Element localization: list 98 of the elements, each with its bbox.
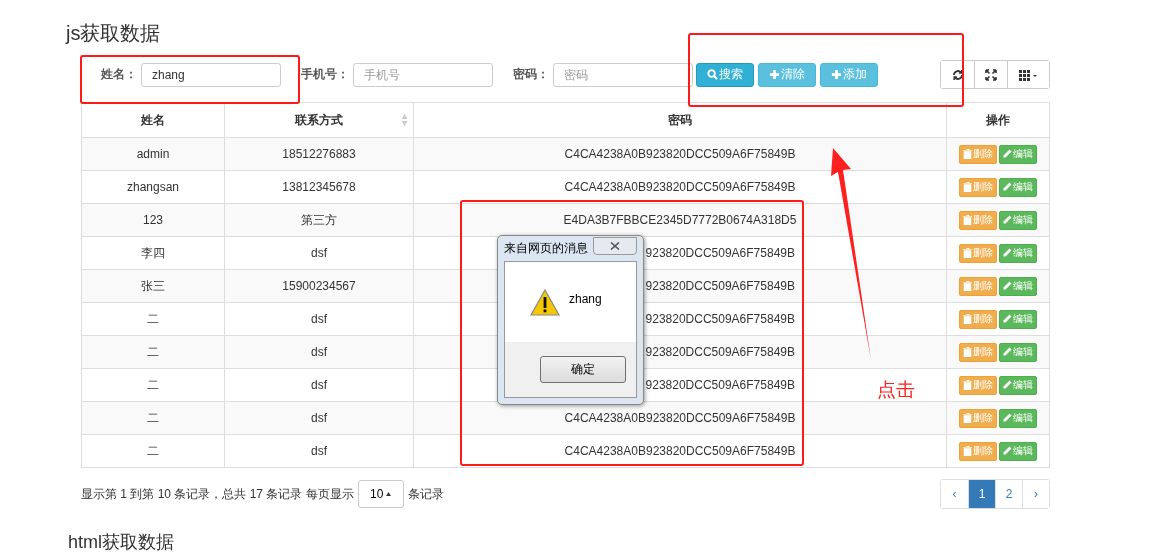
trash-icon (963, 248, 972, 258)
trash-icon (963, 149, 972, 159)
delete-button[interactable]: 删除 (959, 243, 997, 263)
toolbar-button[interactable]: 清除 (758, 62, 816, 87)
table-cell: 张三 (81, 269, 225, 303)
pencil-icon (1003, 248, 1012, 258)
page-title: js获取数据 (66, 21, 161, 46)
page-button[interactable]: › (1022, 480, 1049, 508)
pencil-icon (1003, 380, 1012, 390)
caret-icon (386, 492, 392, 496)
edit-button[interactable]: 编辑 (999, 177, 1037, 197)
table-cell: 123 (81, 203, 225, 237)
edit-button[interactable]: 编辑 (999, 243, 1037, 263)
table-cell: 15900234567 (224, 269, 414, 303)
field-label: 手机号： (301, 66, 349, 83)
table-cell: E4DA3B7FBBCE2345D7772B0674A318D5 (413, 203, 947, 237)
pagination-info: 显示第 1 到第 10 条记录，总共 17 条记录 每页显示 (81, 485, 354, 503)
trash-icon (963, 215, 972, 225)
delete-button[interactable]: 删除 (959, 177, 997, 197)
table-cell: 二 (81, 401, 225, 435)
delete-button[interactable]: 删除 (959, 342, 997, 362)
delete-button[interactable]: 删除 (959, 276, 997, 296)
expand-icon (985, 68, 997, 81)
delete-button[interactable]: 删除 (959, 210, 997, 230)
input-field[interactable]: 手机号 (353, 62, 493, 87)
trash-icon (963, 314, 972, 324)
delete-button[interactable]: 删除 (959, 441, 997, 461)
columns-button[interactable] (1007, 61, 1049, 88)
plus-icon (831, 69, 842, 80)
pencil-icon (1003, 314, 1012, 324)
trash-icon (963, 281, 972, 291)
pencil-icon (1003, 182, 1012, 192)
field-label: 密码： (513, 66, 549, 83)
edit-button[interactable]: 编辑 (999, 210, 1037, 230)
trash-icon (963, 413, 972, 423)
warning-icon (530, 288, 560, 316)
table-cell: admin (81, 137, 225, 171)
trash-icon (963, 446, 972, 456)
column-header[interactable]: 操作 (946, 102, 1050, 138)
table-cell: dsf (224, 335, 414, 369)
pencil-icon (1003, 281, 1012, 291)
table-cell: 二 (81, 335, 225, 369)
delete-button[interactable]: 删除 (959, 309, 997, 329)
annotation-text: 点击 (877, 378, 915, 402)
edit-button[interactable]: 编辑 (999, 276, 1037, 296)
table-cell: 二 (81, 434, 225, 468)
table-cell: dsf (224, 434, 414, 468)
pencil-icon (1003, 215, 1012, 225)
field-label: 姓名： (101, 66, 137, 83)
edit-button[interactable]: 编辑 (999, 441, 1037, 461)
page-button[interactable]: 1 (968, 480, 995, 508)
table-cell: dsf (224, 302, 414, 336)
section-heading: html获取数据 (68, 532, 174, 553)
grid-icon (1018, 68, 1039, 81)
table-cell: dsf (224, 401, 414, 435)
input-field[interactable]: 密码 (553, 62, 693, 87)
search-icon (707, 69, 718, 80)
pencil-icon (1003, 149, 1012, 159)
delete-button[interactable]: 删除 (959, 144, 997, 164)
table-cell: 李四 (81, 236, 225, 270)
column-header[interactable]: 姓名 (81, 102, 225, 138)
edit-button[interactable]: 编辑 (999, 342, 1037, 362)
table-cell: C4CA4238A0B923820DCC509A6F75849B (413, 137, 947, 171)
table-cell: 第三方 (224, 203, 414, 237)
edit-button[interactable]: 编辑 (999, 375, 1037, 395)
pencil-icon (1003, 446, 1012, 456)
close-button[interactable] (593, 236, 637, 255)
table-cell: C4CA4238A0B923820DCC509A6F75849B (413, 401, 947, 435)
input-field[interactable]: zhang (141, 62, 281, 87)
table-cell: zhangsan (81, 170, 225, 204)
toolbar-button[interactable]: 搜索 (696, 62, 754, 87)
close-icon (610, 241, 620, 250)
pagination-suffix: 条记录 (407, 485, 444, 503)
table-cell: 二 (81, 368, 225, 402)
trash-icon (963, 380, 972, 390)
edit-button[interactable]: 编辑 (999, 408, 1037, 428)
dialog-title: 来自网页的消息 (504, 240, 588, 257)
table-cell: 18512276883 (224, 137, 414, 171)
table-cell: 13812345678 (224, 170, 414, 204)
ok-button[interactable]: 确定 (540, 356, 626, 383)
page-size-dropdown[interactable]: 10 (357, 480, 404, 508)
refresh-icon (951, 68, 964, 81)
trash-icon (963, 182, 972, 192)
edit-button[interactable]: 编辑 (999, 144, 1037, 164)
trash-icon (963, 347, 972, 357)
table-cell: C4CA4238A0B923820DCC509A6F75849B (413, 434, 947, 468)
pencil-icon (1003, 347, 1012, 357)
pencil-icon (1003, 413, 1012, 423)
column-header[interactable]: 密码 (413, 102, 947, 138)
table-cell: 二 (81, 302, 225, 336)
table-cell: dsf (224, 368, 414, 402)
toolbar-button[interactable]: 添加 (820, 62, 878, 87)
delete-button[interactable]: 删除 (959, 408, 997, 428)
table-cell: dsf (224, 236, 414, 270)
edit-button[interactable]: 编辑 (999, 309, 1037, 329)
delete-button[interactable]: 删除 (959, 375, 997, 395)
column-header[interactable]: 联系方式 (224, 102, 414, 138)
plus-icon (769, 69, 780, 80)
